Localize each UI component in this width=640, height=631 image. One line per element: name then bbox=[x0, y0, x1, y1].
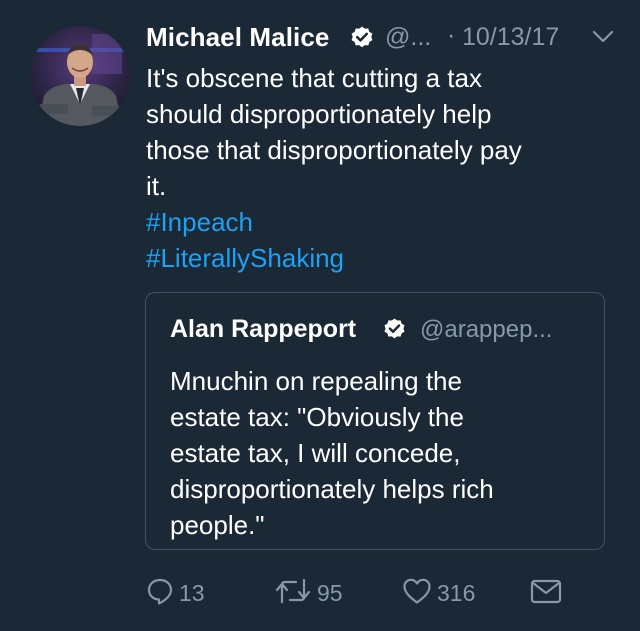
quoted-author-handle[interactable]: @arappep... bbox=[420, 316, 552, 344]
quoted-text-line: disproportionately helps rich bbox=[170, 474, 494, 504]
reply-count: 13 bbox=[179, 579, 205, 606]
retweet-icon bbox=[273, 576, 313, 611]
retweet-button[interactable]: 95 bbox=[273, 575, 343, 611]
separator-dot: · bbox=[447, 21, 456, 49]
chevron-down-icon[interactable] bbox=[592, 30, 614, 49]
quoted-text-line: estate tax, I will concede, bbox=[170, 438, 461, 468]
quoted-tweet[interactable]: Alan Rappeport @arappep... Mnuchin on re… bbox=[145, 292, 605, 550]
quoted-tweet-text: Mnuchin on repealing the estate tax: "Ob… bbox=[170, 363, 590, 543]
quoted-text-line: Mnuchin on repealing the bbox=[170, 366, 462, 396]
like-button[interactable]: 316 bbox=[401, 575, 475, 611]
quoted-author-display-name[interactable]: Alan Rappeport bbox=[170, 315, 356, 344]
tweet-text-line: should disproportionately help bbox=[146, 99, 492, 129]
heart-icon bbox=[401, 576, 433, 611]
tweet-timestamp[interactable]: 10/13/17 bbox=[462, 23, 559, 52]
hashtag-link[interactable]: #LiterallyShaking bbox=[146, 240, 606, 276]
reply-button[interactable]: 13 bbox=[145, 575, 205, 611]
reply-icon bbox=[145, 576, 175, 611]
avatar[interactable] bbox=[30, 26, 130, 126]
envelope-icon bbox=[529, 576, 563, 611]
retweet-count: 95 bbox=[317, 579, 343, 606]
tweet: Michael Malice @... · 10/13/17 It's obsc… bbox=[0, 0, 640, 631]
tweet-text-line: those that disproportionately pay bbox=[146, 135, 522, 165]
tweet-text: It's obscene that cutting a tax should d… bbox=[146, 60, 606, 276]
tweet-text-line: It's obscene that cutting a tax bbox=[146, 63, 482, 93]
like-count: 316 bbox=[437, 579, 476, 606]
tweet-text-line: it. bbox=[146, 171, 167, 201]
direct-message-button[interactable] bbox=[529, 575, 563, 611]
quoted-text-line: estate tax: "Obviously the bbox=[170, 402, 464, 432]
quoted-text-line: people." bbox=[170, 510, 265, 540]
tweet-actions: 13 95 316 bbox=[145, 575, 575, 615]
verified-badge-icon bbox=[382, 317, 407, 347]
avatar-image bbox=[30, 26, 130, 126]
tweet-header: Michael Malice @... · 10/13/17 bbox=[146, 20, 616, 60]
verified-badge-icon bbox=[349, 25, 375, 56]
author-handle[interactable]: @... bbox=[385, 23, 431, 52]
hashtag-link[interactable]: #Inpeach bbox=[146, 204, 606, 240]
author-display-name[interactable]: Michael Malice bbox=[146, 22, 329, 53]
